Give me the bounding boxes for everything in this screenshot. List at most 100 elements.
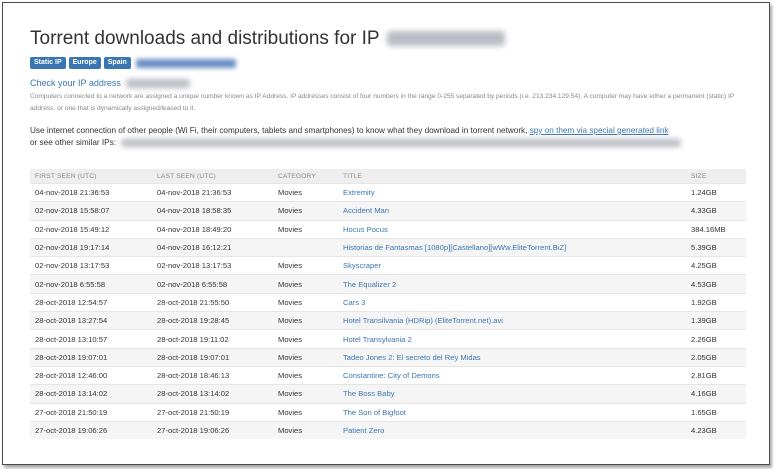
last-seen-cell: 28-oct-2018 21:55:50 xyxy=(152,292,273,312)
category-cell: Movies xyxy=(273,384,338,404)
first-seen-cell: 28-oct-2018 13:14:02 xyxy=(30,384,152,404)
title-link[interactable]: Hotel Transylvania 2 xyxy=(338,329,686,349)
title-link[interactable]: Historias de Fantasmas [1080p][Castellan… xyxy=(338,237,686,257)
torrent-table: FIRST SEEN (UTC) LAST SEEN (UTC) CATEGOR… xyxy=(30,169,746,440)
table-row: 27-oct-2018 19:06:26 27-oct-2018 19:06:26… xyxy=(30,420,746,440)
similar-ips-text: or see other similar IPs: xyxy=(30,138,116,147)
last-seen-cell: 04-nov-2018 16:12:21 xyxy=(152,237,273,257)
size-cell: 2.81GB xyxy=(686,365,746,385)
category-cell: Movies xyxy=(273,365,338,385)
title-link[interactable]: Skyscraper xyxy=(338,256,686,275)
col-category: CATEGORY xyxy=(273,169,338,184)
table-row: 02-nov-2018 15:49:12 04-nov-2018 18:49:20… xyxy=(30,219,746,239)
title-link[interactable]: Hotel Transilvania (HDRip) (EliteTorrent… xyxy=(338,311,686,330)
table-row: 02-nov-2018 19:17:14 04-nov-2018 16:12:21… xyxy=(30,237,746,257)
size-cell: 4.23GB xyxy=(686,420,746,440)
col-size: SIZE xyxy=(686,169,746,184)
badge-europe[interactable]: Europe xyxy=(68,57,101,69)
table-row: 28-oct-2018 13:27:54 28-oct-2018 19:28:45… xyxy=(30,311,746,330)
category-cell: Movies xyxy=(273,402,338,422)
table-row: 28-oct-2018 19:07:01 28-oct-2018 19:07:01… xyxy=(30,347,746,367)
table-row: 02-nov-2018 13:17:53 02-nov-2018 13:17:53… xyxy=(30,256,746,275)
category-cell: Movies xyxy=(273,274,338,294)
title-link[interactable]: Patient Zero xyxy=(338,420,686,440)
title-link[interactable]: The Son of Bigfoot xyxy=(338,402,686,422)
first-seen-cell: 02-nov-2018 6:55:58 xyxy=(30,274,152,294)
size-cell: 4.16GB xyxy=(686,384,746,404)
use-connection-text: Use internet connection of other people … xyxy=(30,126,528,135)
last-seen-cell: 28-oct-2018 13:14:02 xyxy=(152,384,273,404)
size-cell: 1.39GB xyxy=(686,311,746,330)
last-seen-cell: 28-oct-2018 19:28:45 xyxy=(152,311,273,330)
table-row: 02-nov-2018 6:55:58 02-nov-2018 6:55:58 Mo… xyxy=(30,274,746,294)
use-connection-paragraph: Use internet connection of other people … xyxy=(30,125,750,149)
title-link[interactable]: Cars 3 xyxy=(338,292,686,312)
category-cell: Movies xyxy=(273,329,338,349)
title-link[interactable]: Tadeo Jones 2: El secreto del Rey Midas xyxy=(338,347,686,367)
check-ip-link[interactable]: Check your IP address xyxy=(30,78,121,88)
last-seen-cell: 02-nov-2018 13:17:53 xyxy=(152,256,273,275)
last-seen-cell: 04-nov-2018 18:58:35 xyxy=(152,201,273,221)
first-seen-cell: 02-nov-2018 15:58:07 xyxy=(30,201,152,221)
redacted-similar-ips xyxy=(121,138,682,147)
col-title: TITLE xyxy=(338,169,686,184)
redacted-user-ip xyxy=(126,79,191,89)
category-cell: Movies xyxy=(273,182,338,202)
last-seen-cell: 27-oct-2018 21:50:19 xyxy=(152,402,273,422)
table-row: 28-oct-2018 13:14:02 28-oct-2018 13:14:02… xyxy=(30,384,746,404)
last-seen-cell: 28-oct-2018 18:46:13 xyxy=(152,365,273,385)
first-seen-cell: 27-oct-2018 21:50:19 xyxy=(30,402,152,422)
category-cell xyxy=(273,237,338,257)
first-seen-cell: 28-oct-2018 19:07:01 xyxy=(30,347,152,367)
title-link[interactable]: Extremity xyxy=(338,182,686,202)
page-content: Torrent downloads and distributions for … xyxy=(30,27,750,440)
check-ip-row: Check your IP address xyxy=(30,78,750,89)
category-cell: Movies xyxy=(273,219,338,239)
title-link[interactable]: Constantine: City of Demons xyxy=(338,365,686,385)
first-seen-cell: 28-oct-2018 13:10:57 xyxy=(30,329,152,349)
col-first-seen: FIRST SEEN (UTC) xyxy=(30,169,152,184)
last-seen-cell: 28-oct-2018 19:07:01 xyxy=(152,347,273,367)
category-cell: Movies xyxy=(273,201,338,221)
table-row: 28-oct-2018 13:10:57 28-oct-2018 19:11:02… xyxy=(30,329,746,349)
size-cell: 5.39GB xyxy=(686,237,746,257)
first-seen-cell: 04-nov-2018 21:36:53 xyxy=(30,182,152,202)
redacted-badge xyxy=(135,58,236,68)
title-link[interactable]: Hocus Pocus xyxy=(338,219,686,239)
title-link[interactable]: Accident Man xyxy=(338,201,686,221)
size-cell: 2.26GB xyxy=(686,329,746,349)
size-cell: 4.33GB xyxy=(686,201,746,221)
first-seen-cell: 02-nov-2018 19:17:14 xyxy=(30,237,152,257)
table-row: 27-oct-2018 21:50:19 27-oct-2018 21:50:19… xyxy=(30,402,746,422)
table-row: 04-nov-2018 21:36:53 04-nov-2018 21:36:53… xyxy=(30,182,746,202)
col-last-seen: LAST SEEN (UTC) xyxy=(152,169,273,184)
category-cell: Movies xyxy=(273,347,338,367)
title-link[interactable]: The Equalizer 2 xyxy=(338,274,686,294)
first-seen-cell: 02-nov-2018 15:49:12 xyxy=(30,219,152,239)
last-seen-cell: 02-nov-2018 6:55:58 xyxy=(152,274,273,294)
ip-badges: Static IP Europe Spain xyxy=(30,57,750,69)
table-row: 02-nov-2018 15:58:07 04-nov-2018 18:58:35… xyxy=(30,201,746,221)
spy-link[interactable]: spy on them via special generated link xyxy=(530,126,669,135)
size-cell: 2.05GB xyxy=(686,347,746,367)
size-cell: 384.16MB xyxy=(686,219,746,239)
title-link[interactable]: The Boss Baby xyxy=(338,384,686,404)
redacted-ip-address xyxy=(386,31,505,47)
category-cell: Movies xyxy=(273,292,338,312)
table-row: 28-oct-2018 12:54:57 28-oct-2018 21:55:50… xyxy=(30,292,746,312)
table-header-row: FIRST SEEN (UTC) LAST SEEN (UTC) CATEGOR… xyxy=(30,169,746,184)
first-seen-cell: 28-oct-2018 12:46:00 xyxy=(30,365,152,385)
badge-spain[interactable]: Spain xyxy=(103,57,131,69)
size-cell: 1.24GB xyxy=(686,182,746,202)
first-seen-cell: 28-oct-2018 13:27:54 xyxy=(30,311,152,330)
category-cell: Movies xyxy=(273,420,338,440)
first-seen-cell: 27-oct-2018 19:06:26 xyxy=(30,420,152,440)
badge-static-ip[interactable]: Static IP xyxy=(30,57,66,69)
ip-description: Computers connected to a network are ass… xyxy=(30,93,735,112)
page-title-text: Torrent downloads and distributions for … xyxy=(30,28,380,49)
category-cell: Movies xyxy=(273,311,338,330)
size-cell: 1.92GB xyxy=(686,292,746,312)
size-cell: 1.65GB xyxy=(686,402,746,422)
last-seen-cell: 28-oct-2018 19:11:02 xyxy=(152,329,273,349)
last-seen-cell: 04-nov-2018 18:49:20 xyxy=(152,219,273,239)
